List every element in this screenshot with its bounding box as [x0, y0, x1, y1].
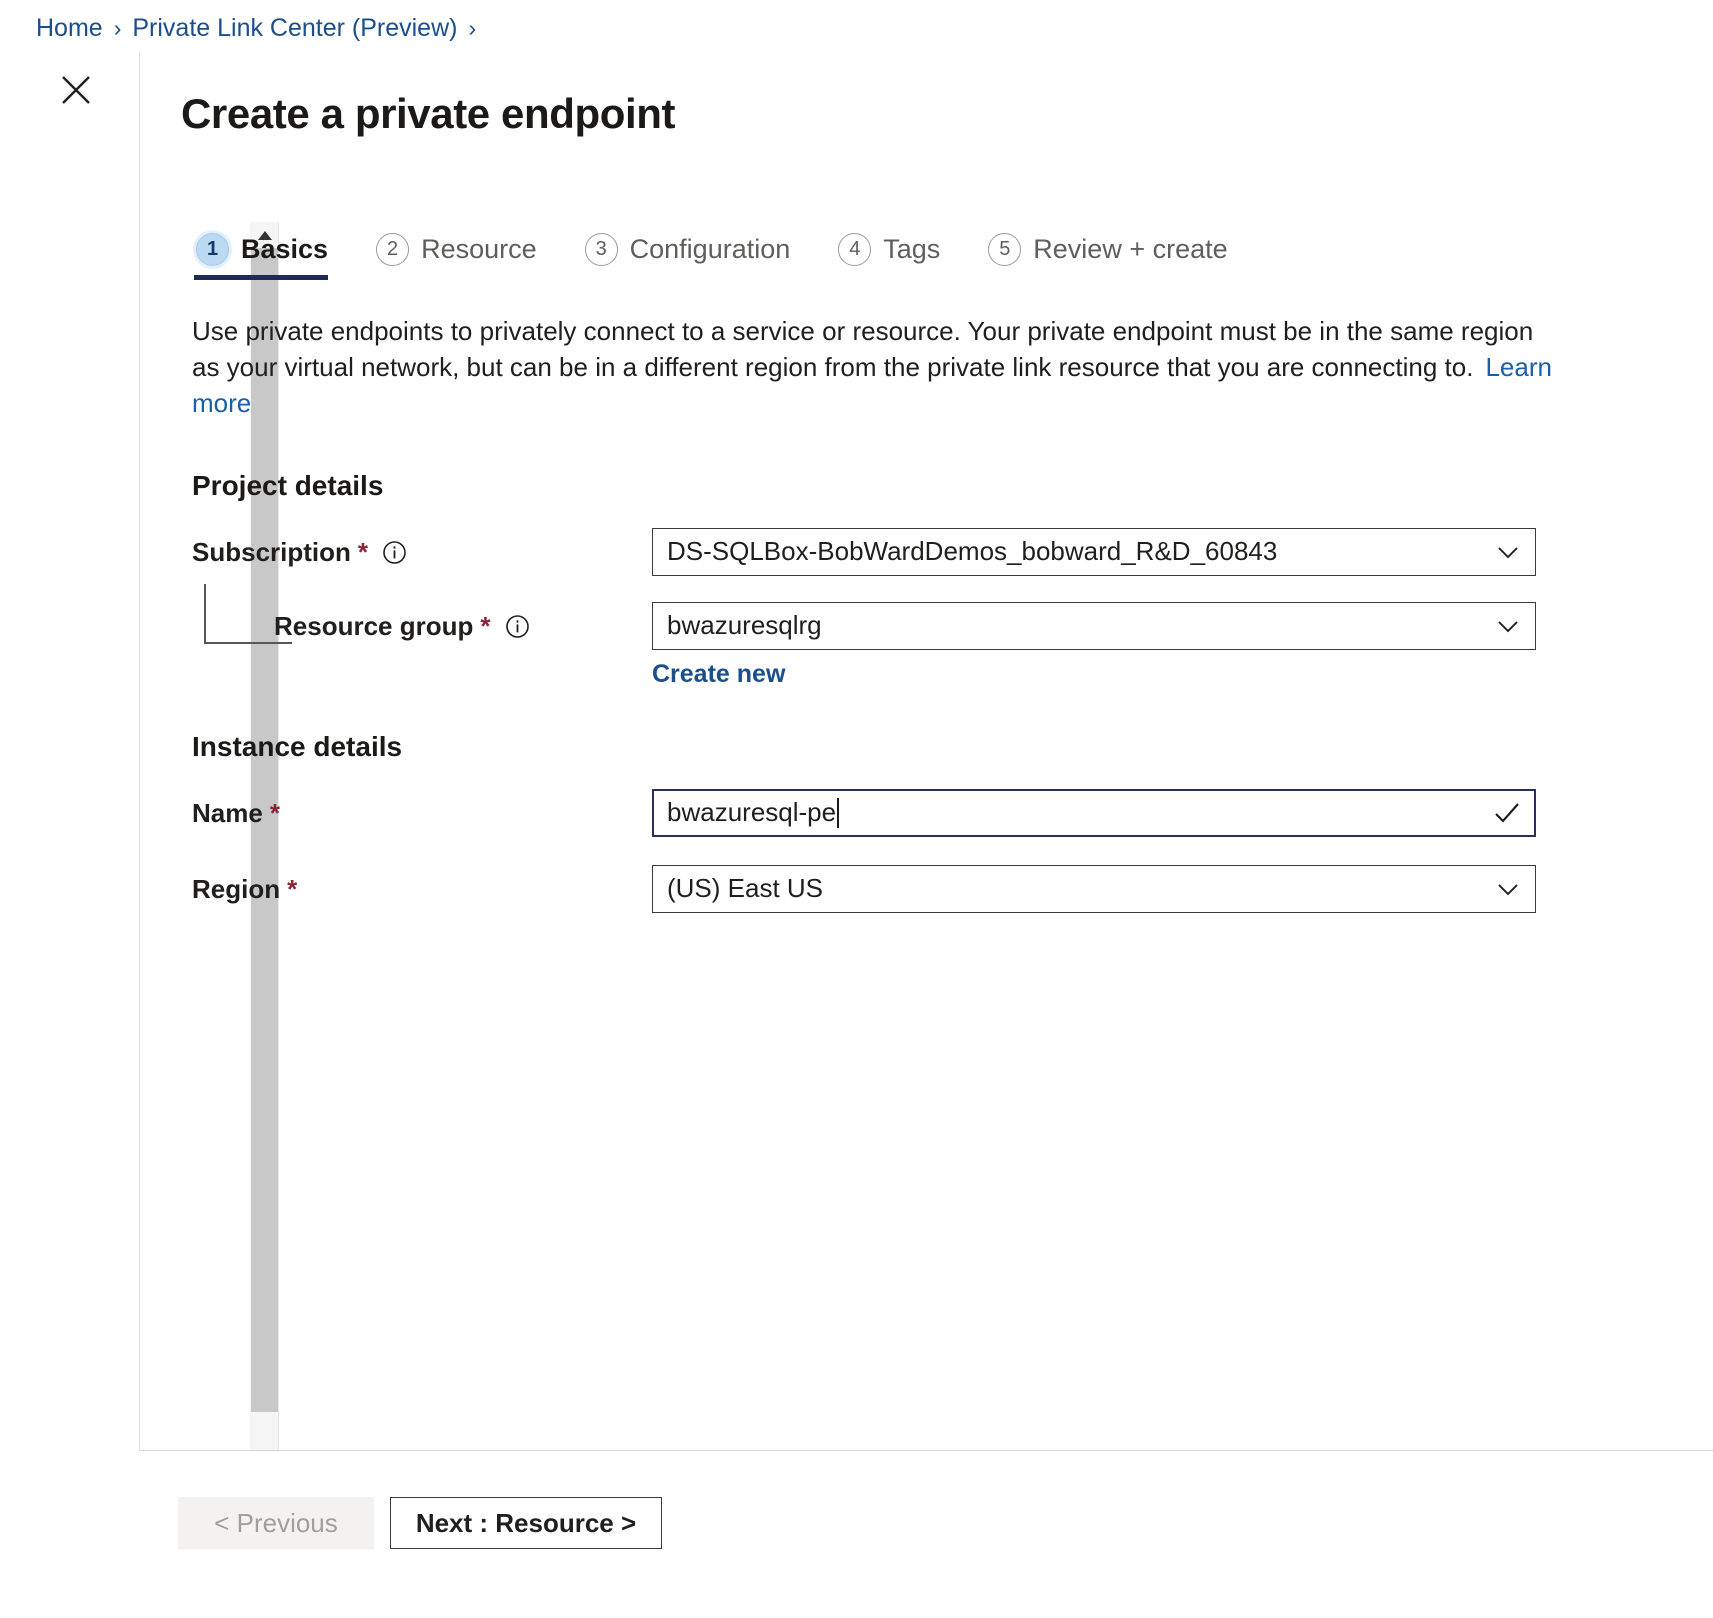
field-resource-group: bwazuresqlrg Create new: [652, 601, 1536, 689]
tree-connector-line: [204, 583, 292, 644]
subscription-value: DS-SQLBox-BobWardDemos_bobward_R&D_60843: [667, 536, 1278, 567]
page-title: Create a private endpoint: [181, 90, 676, 138]
close-icon[interactable]: [52, 66, 100, 114]
info-icon[interactable]: [382, 540, 407, 565]
name-input-value: bwazuresql-pe: [667, 797, 837, 828]
name-input[interactable]: bwazuresql-pe: [652, 788, 1536, 837]
azure-portal-page: Home › Private Link Center (Preview) › C…: [0, 0, 1713, 1618]
blade-description: Use private endpoints to privately conne…: [192, 314, 1557, 422]
field-name: bwazuresql-pe: [652, 788, 1536, 837]
field-subscription: DS-SQLBox-BobWardDemos_bobward_R&D_60843: [652, 527, 1536, 576]
tab-resource[interactable]: 2 Resource: [372, 233, 549, 280]
tab-label-tags: Tags: [883, 234, 941, 264]
breadcrumb-separator-icon: ›: [113, 15, 122, 41]
required-asterisk: *: [480, 610, 491, 641]
required-asterisk: *: [357, 536, 369, 567]
step-number-3: 3: [584, 233, 618, 266]
field-row-resource-group: Resource group * bwazuresqlrg Create new: [192, 583, 1713, 689]
tab-configuration[interactable]: 3 Configuration: [581, 233, 803, 280]
resource-group-dropdown[interactable]: bwazuresqlrg: [652, 601, 1536, 650]
subscription-dropdown[interactable]: DS-SQLBox-BobWardDemos_bobward_R&D_60843: [652, 527, 1536, 576]
breadcrumb: Home › Private Link Center (Preview) ›: [36, 14, 487, 43]
tab-review-create[interactable]: 5 Review + create: [984, 233, 1239, 280]
label-region-text: Region: [192, 873, 281, 904]
chevron-down-icon: [1495, 539, 1521, 565]
field-region: (US) East US: [652, 864, 1536, 913]
label-name-text: Name: [192, 797, 263, 828]
blade-footer: < Previous Next : Resource >: [139, 1450, 1713, 1618]
step-number-1: 1: [196, 233, 229, 266]
wizard-steps: 1 Basics 2 Resource 3 Configuration 4 Ta…: [192, 210, 1713, 280]
breadcrumb-separator-icon: ›: [468, 15, 477, 41]
label-region: Region *: [192, 865, 652, 905]
step-number-4: 4: [838, 233, 872, 266]
section-heading-instance-details: Instance details: [192, 730, 403, 762]
field-row-name: Name * bwazuresql-pe: [192, 788, 1713, 837]
resource-group-value: bwazuresqlrg: [667, 610, 822, 641]
tab-tags[interactable]: 4 Tags: [834, 233, 952, 280]
create-new-resource-group-link[interactable]: Create new: [652, 660, 785, 689]
validation-check-icon: [1493, 799, 1521, 827]
label-resource-group-text: Resource group: [274, 610, 474, 641]
step-number-2: 2: [376, 233, 410, 266]
chevron-down-icon: [1495, 876, 1521, 902]
step-number-5: 5: [988, 233, 1022, 266]
chevron-down-icon: [1495, 613, 1521, 639]
field-row-region: Region * (US) East US: [192, 864, 1713, 913]
tab-label-basics: Basics: [241, 234, 329, 264]
tab-basics[interactable]: 1 Basics: [192, 233, 340, 280]
blade-content: 1 Basics 2 Resource 3 Configuration 4 Ta…: [192, 210, 1713, 913]
label-subscription: Subscription *: [192, 528, 652, 568]
breadcrumb-item-private-link-center[interactable]: Private Link Center (Preview): [132, 14, 457, 43]
breadcrumb-item-home[interactable]: Home: [36, 14, 103, 43]
label-subscription-text: Subscription: [192, 536, 351, 567]
required-asterisk: *: [287, 873, 298, 904]
info-icon[interactable]: [505, 614, 530, 639]
field-row-subscription: Subscription * DS-SQLBox-BobWardDemos_bo…: [192, 527, 1713, 576]
region-dropdown[interactable]: (US) East US: [652, 864, 1536, 913]
region-value: (US) East US: [667, 873, 824, 904]
text-cursor: [837, 797, 840, 828]
next-resource-button[interactable]: Next : Resource >: [390, 1497, 662, 1549]
tab-label-resource: Resource: [421, 234, 537, 264]
previous-button[interactable]: < Previous: [178, 1497, 374, 1549]
footer-buttons: < Previous Next : Resource >: [178, 1497, 662, 1549]
tab-label-review-create: Review + create: [1033, 234, 1228, 264]
required-asterisk: *: [269, 797, 280, 828]
blade-description-text: Use private endpoints to privately conne…: [192, 316, 1534, 382]
tab-label-configuration: Configuration: [629, 234, 791, 264]
section-heading-project-details: Project details: [192, 469, 384, 501]
label-name: Name *: [192, 789, 652, 829]
create-private-endpoint-blade: Create a private endpoint 1 Basics 2 Res…: [139, 52, 1713, 1618]
